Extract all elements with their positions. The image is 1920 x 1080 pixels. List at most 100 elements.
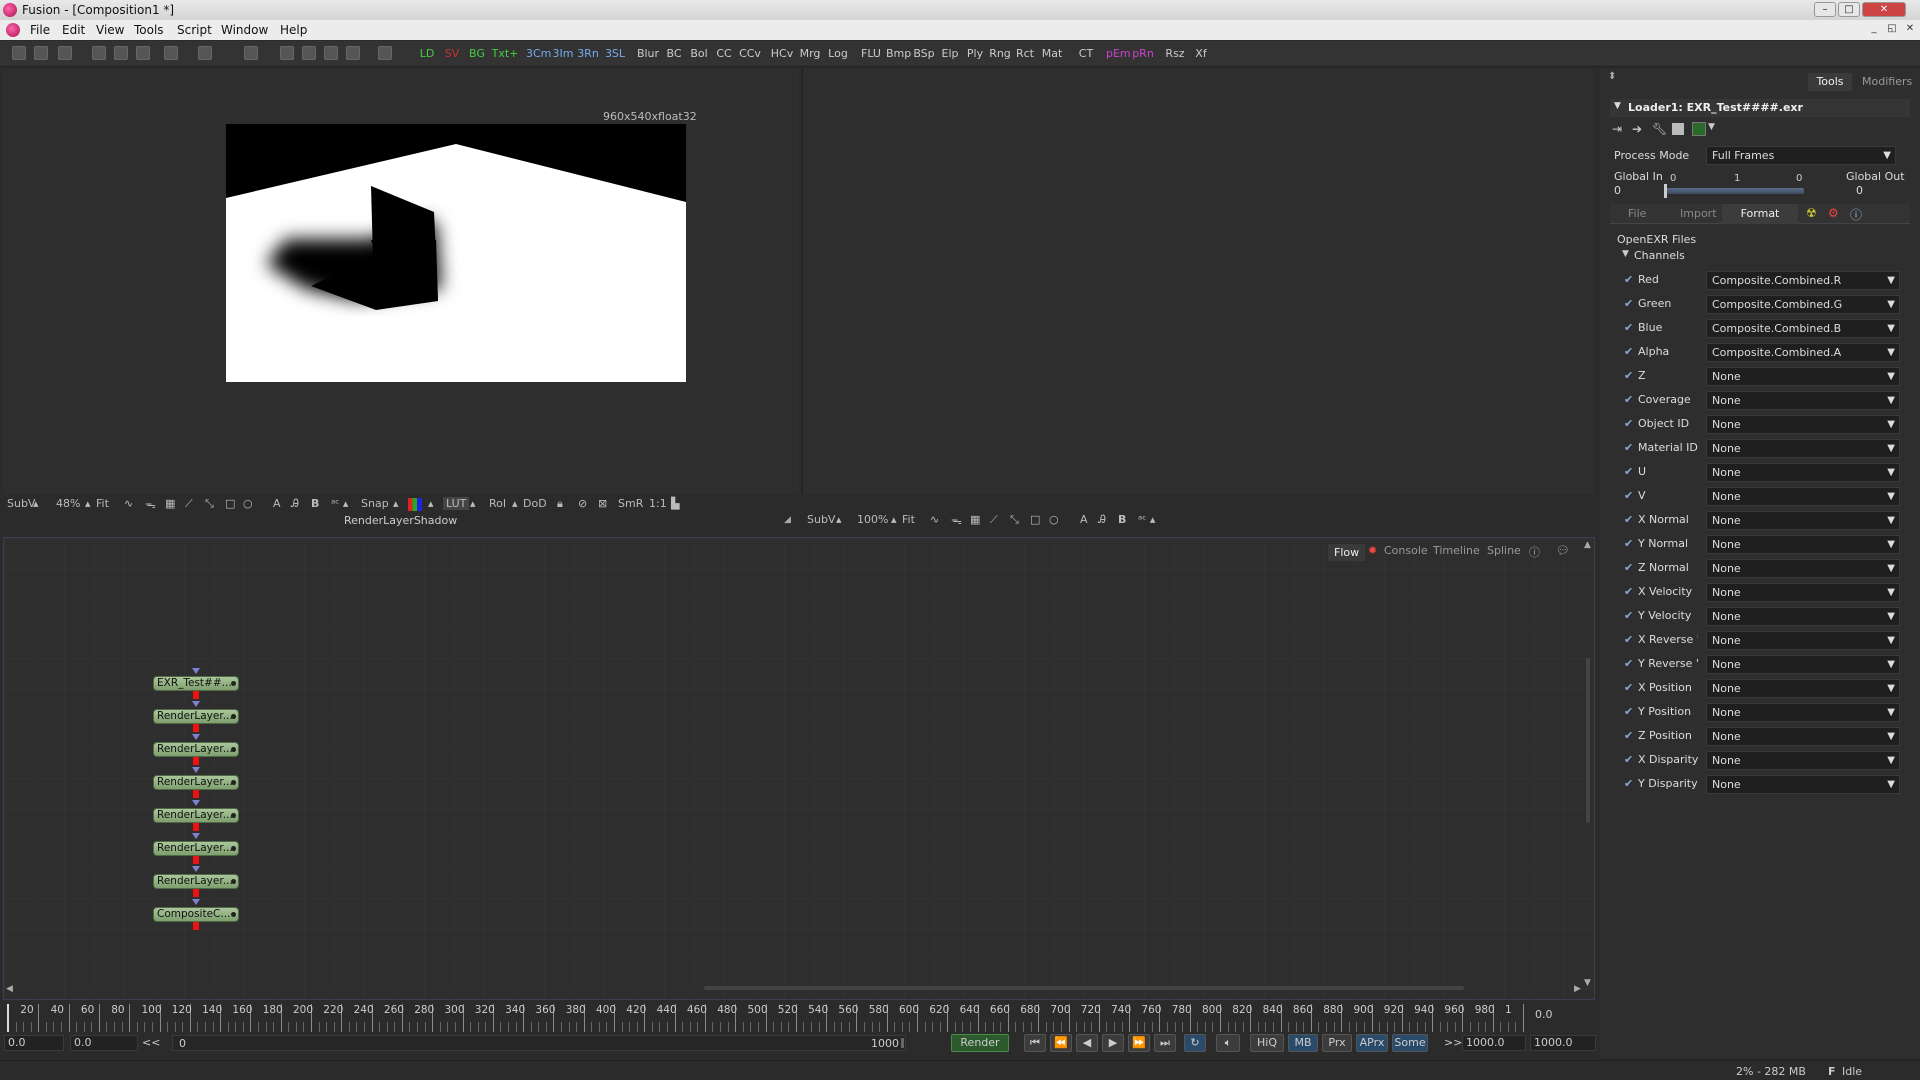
fast-forward-icon[interactable]: ⏩ (1128, 1034, 1150, 1052)
tool-button-sv[interactable]: SV (440, 45, 464, 62)
node-view-indicator-icon[interactable] (231, 846, 236, 851)
go-to-start-icon[interactable]: ⏮ (1024, 1034, 1046, 1052)
roi-button[interactable]: RoI (489, 497, 506, 510)
composite-node[interactable]: CompositeC... (153, 907, 239, 922)
settings-gear-icon[interactable]: ⚙ (1828, 206, 1839, 220)
tab-flow[interactable]: Flow (1328, 544, 1366, 561)
tool-button-prn[interactable]: pRn (1131, 45, 1155, 62)
bold-icon[interactable]: B (311, 497, 319, 510)
channel-select[interactable]: Composite.Combined.B ▼ (1706, 319, 1900, 338)
global-start-field[interactable]: 0.0 (4, 1035, 64, 1051)
range-handle[interactable] (901, 1038, 904, 1048)
menu-script[interactable]: Script (177, 23, 212, 37)
save-icon[interactable] (58, 46, 72, 60)
text-outline-icon[interactable]: Ꭿ (1098, 513, 1106, 527)
rectangle-tool-icon[interactable]: □ (225, 497, 235, 510)
hiq-button[interactable]: HiQ (1250, 1034, 1284, 1052)
copy-icon[interactable] (114, 46, 128, 60)
tool-button-ply[interactable]: Ply (963, 45, 987, 62)
channel-checkbox[interactable]: ✔ (1624, 778, 1635, 789)
dropdown-arrow-icon[interactable]: ▴ (891, 513, 897, 526)
bitmap-tool-icon[interactable]: ▦ (970, 513, 980, 526)
dropdown-arrow-icon[interactable]: ▴ (393, 497, 399, 510)
channel-checkbox[interactable]: ✔ (1624, 346, 1635, 357)
channel-select[interactable]: None ▼ (1706, 415, 1900, 434)
node-output-icon[interactable] (193, 691, 199, 699)
delete-icon[interactable] (244, 46, 258, 60)
tool-button-3rn[interactable]: 3Rn (576, 45, 600, 62)
renderlayer-node[interactable]: RenderLayer.... (153, 709, 239, 724)
render-start-field[interactable]: 0.0 (70, 1035, 138, 1051)
renderlayer-node[interactable]: RenderLayer.... (153, 874, 239, 889)
subtab-file[interactable]: File (1628, 207, 1646, 220)
tool-button-3cm[interactable]: 3Cm (526, 45, 551, 62)
aprx-button[interactable]: APrx (1356, 1034, 1388, 1052)
tool-button-mrg[interactable]: Mrg (796, 45, 824, 62)
scroll-down-icon[interactable]: ▼ (1584, 978, 1591, 988)
tool-button-hcv[interactable]: HCv (769, 45, 795, 62)
node-output-icon[interactable] (193, 823, 199, 831)
scroll-left-icon[interactable]: ◀ (6, 984, 13, 994)
text-a-icon[interactable]: A (1080, 513, 1088, 526)
play-icon[interactable]: ▶ (1102, 1034, 1124, 1052)
channel-select[interactable]: None ▼ (1706, 775, 1900, 794)
renderlayer-node[interactable]: RenderLayer.... (153, 742, 239, 757)
layout-dual-icon[interactable] (302, 46, 316, 60)
tool-button-txt[interactable]: Txt+ (490, 45, 520, 62)
save-settings-icon[interactable] (1672, 123, 1684, 135)
range-slider[interactable]: 0 1000 (172, 1035, 906, 1051)
horizontal-scrollbar[interactable] (704, 986, 1464, 990)
audio-icon[interactable]: 🔈︎ (1216, 1034, 1240, 1052)
wand-tool-icon[interactable]: ⤡ (1010, 513, 1019, 527)
node-view-indicator-icon[interactable] (231, 912, 236, 917)
tool-button-cc[interactable]: CC (712, 45, 736, 62)
channel-checkbox[interactable]: ✔ (1624, 394, 1635, 405)
minimize-button[interactable]: – (1814, 2, 1836, 17)
resize-corner-icon[interactable]: ◢ (784, 515, 791, 525)
dod-button[interactable]: DoD (523, 497, 547, 510)
channel-select[interactable]: None ▼ (1706, 463, 1900, 482)
pin-icon[interactable]: ⇥ (1612, 122, 1622, 136)
step-forward-button[interactable]: >> (1444, 1036, 1462, 1049)
paint-tool-icon[interactable]: ⟋ (185, 497, 193, 511)
zoom-level[interactable]: 48% (56, 497, 80, 510)
subtab-import[interactable]: Import (1680, 207, 1717, 220)
channel-select[interactable]: None ▼ (1706, 583, 1900, 602)
bspline-tool-icon[interactable]: ᯓ (145, 497, 156, 512)
global-in-value[interactable]: 0 (1614, 184, 1621, 197)
lock-tool-icon[interactable]: 🔧︎ (1652, 122, 1667, 136)
dropdown-arrow-icon[interactable]: ▴ (428, 497, 434, 510)
menu-window[interactable]: Window (221, 23, 268, 37)
tool-header[interactable]: ▼ Loader1: EXR_Test####.exr (1610, 99, 1910, 117)
menu-view[interactable]: View (96, 23, 124, 37)
step-back-button[interactable]: << (142, 1036, 160, 1049)
ellipse-tool-icon[interactable]: ○ (243, 497, 253, 510)
node-input-icon[interactable] (192, 833, 200, 839)
channel-checkbox[interactable]: ✔ (1624, 730, 1635, 741)
dropdown-arrow-icon[interactable]: ▴ (470, 497, 476, 510)
channel-select[interactable]: None ▼ (1706, 487, 1900, 506)
channel-select[interactable]: None ▼ (1706, 391, 1900, 410)
fit-button[interactable]: Fit (902, 513, 915, 526)
lock-icon[interactable]: 🔒︎ (557, 497, 563, 511)
channel-select[interactable]: None ▼ (1706, 679, 1900, 698)
open-file-icon[interactable] (34, 46, 48, 60)
go-to-end-icon[interactable]: ⏭ (1154, 1034, 1176, 1052)
subtab-format[interactable]: Format (1722, 204, 1798, 224)
node-output-icon[interactable] (193, 889, 199, 897)
tool-button-rsz[interactable]: Rsz (1161, 45, 1189, 62)
channel-checkbox[interactable]: ✔ (1624, 490, 1635, 501)
fullscreen-icon[interactable] (378, 46, 392, 60)
tool-button-bol[interactable]: Bol (687, 45, 711, 62)
tool-button-mat[interactable]: Mat (1038, 45, 1066, 62)
rewind-icon[interactable]: ⏪ (1050, 1034, 1072, 1052)
info-icon[interactable]: ⓘ (1850, 206, 1862, 223)
passthrough-icon[interactable]: ➔ (1632, 122, 1642, 136)
info-icon[interactable]: ⓘ (1529, 544, 1540, 560)
channel-select[interactable]: None ▼ (1706, 607, 1900, 626)
tab-timeline[interactable]: Timeline (1433, 544, 1480, 557)
dropdown-arrow-icon[interactable]: ▴ (33, 497, 39, 510)
close-button[interactable]: ✕ (1862, 2, 1906, 17)
tool-button-blur[interactable]: Blur (635, 45, 661, 62)
channel-checkbox[interactable]: ✔ (1624, 322, 1635, 333)
